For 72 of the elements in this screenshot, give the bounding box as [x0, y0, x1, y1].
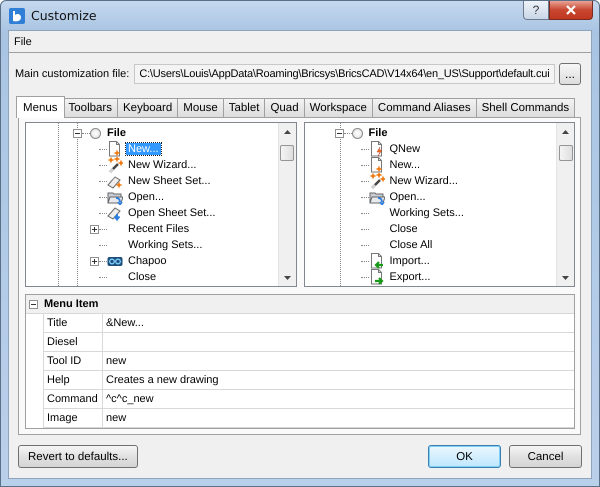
tree-item[interactable]: Close [388, 223, 420, 235]
tab[interactable]: Keyboard [117, 98, 178, 117]
scroll-down-icon[interactable] [562, 276, 569, 280]
field-label: Main customization file: [15, 68, 130, 80]
tree-item[interactable]: Recent Files [126, 223, 192, 235]
ok-button[interactable]: OK [428, 445, 501, 468]
property-name: Title [44, 314, 103, 332]
collapse-toggle[interactable] [29, 300, 38, 308]
tree-item[interactable]: Open... [388, 191, 428, 203]
tab[interactable]: Shell Commands [476, 98, 576, 117]
property-value[interactable]: ^c^c_new [106, 393, 154, 405]
collapse-toggle[interactable] [334, 128, 344, 138]
tree-item[interactable]: New Wizard... [388, 175, 460, 187]
tree-item[interactable]: Working Sets... [388, 207, 466, 219]
scroll-up-icon[interactable] [562, 130, 569, 134]
property-value[interactable]: &New... [106, 317, 144, 329]
property-value[interactable]: Creates a new drawing [106, 374, 219, 386]
new-file-icon [107, 141, 123, 157]
property-name: Diesel [44, 333, 103, 351]
tab[interactable]: Workspace [304, 98, 373, 117]
tree-item[interactable]: New Sheet Set... [126, 175, 213, 187]
tree-item[interactable]: Working Sets... [126, 239, 204, 251]
scrollbar[interactable] [278, 123, 296, 286]
expand-toggle[interactable] [90, 224, 99, 234]
tree-item[interactable]: Import... [388, 255, 432, 267]
tree-root[interactable]: File [368, 127, 388, 139]
property-value[interactable]: new [106, 355, 126, 367]
scroll-up-icon[interactable] [284, 130, 290, 134]
app-logo-icon [9, 8, 25, 24]
close-icon [565, 5, 577, 15]
scroll-thumb[interactable] [558, 145, 572, 161]
help-button[interactable]: ? [523, 1, 549, 20]
tree-item[interactable]: Export... [388, 271, 432, 283]
tree-item[interactable]: Open Sheet Set... [126, 207, 218, 219]
tab[interactable]: Toolbars [62, 98, 118, 117]
property-name: Help [44, 371, 103, 389]
scroll-thumb[interactable] [280, 145, 294, 161]
tree-item[interactable]: New... [388, 159, 422, 171]
sheet-set-icon [107, 205, 123, 221]
window-title: Customize [31, 8, 98, 23]
tab[interactable]: Menus [16, 96, 65, 118]
path-field[interactable]: C:\Users\Louis\AppData\Roaming\Bricsys\BricsCAD\V14x64\en_US\Support\default.cui [134, 64, 555, 84]
property-name: Tool ID [44, 352, 103, 370]
tab[interactable]: Tablet [222, 98, 266, 117]
cancel-button[interactable]: Cancel [509, 445, 582, 468]
wand-icon [107, 157, 123, 173]
tab[interactable]: Quad [264, 98, 305, 117]
new-file-icon [368, 141, 384, 157]
section-title: Menu Item [44, 298, 98, 310]
property-name: Image [44, 409, 103, 427]
tree-item[interactable]: New Wizard... [126, 159, 198, 171]
collapse-toggle[interactable] [73, 128, 82, 138]
tree-item[interactable]: Chapoo [126, 255, 169, 267]
tab[interactable]: Mouse [177, 98, 224, 117]
tree-item[interactable]: Close [126, 271, 158, 283]
revert-button[interactable]: Revert to defaults... [18, 445, 138, 468]
tree-root[interactable]: File [107, 127, 126, 139]
wand-icon [368, 173, 384, 189]
tree-item[interactable]: Open... [126, 191, 166, 203]
expand-toggle[interactable] [90, 256, 99, 266]
tree-item[interactable]: Close All [388, 239, 434, 251]
browse-button[interactable]: ... [559, 63, 581, 85]
close-button[interactable] [549, 1, 593, 20]
new-file-icon [368, 157, 384, 173]
tab[interactable]: Command Aliases [372, 98, 477, 117]
scroll-down-icon[interactable] [284, 276, 290, 280]
property-value[interactable]: new [106, 412, 126, 424]
scrollbar[interactable] [556, 123, 574, 286]
tree-item[interactable]: QNew [388, 143, 422, 155]
import-icon [368, 253, 384, 269]
menu-item[interactable]: File [12, 34, 34, 50]
property-name: Command [44, 390, 103, 408]
